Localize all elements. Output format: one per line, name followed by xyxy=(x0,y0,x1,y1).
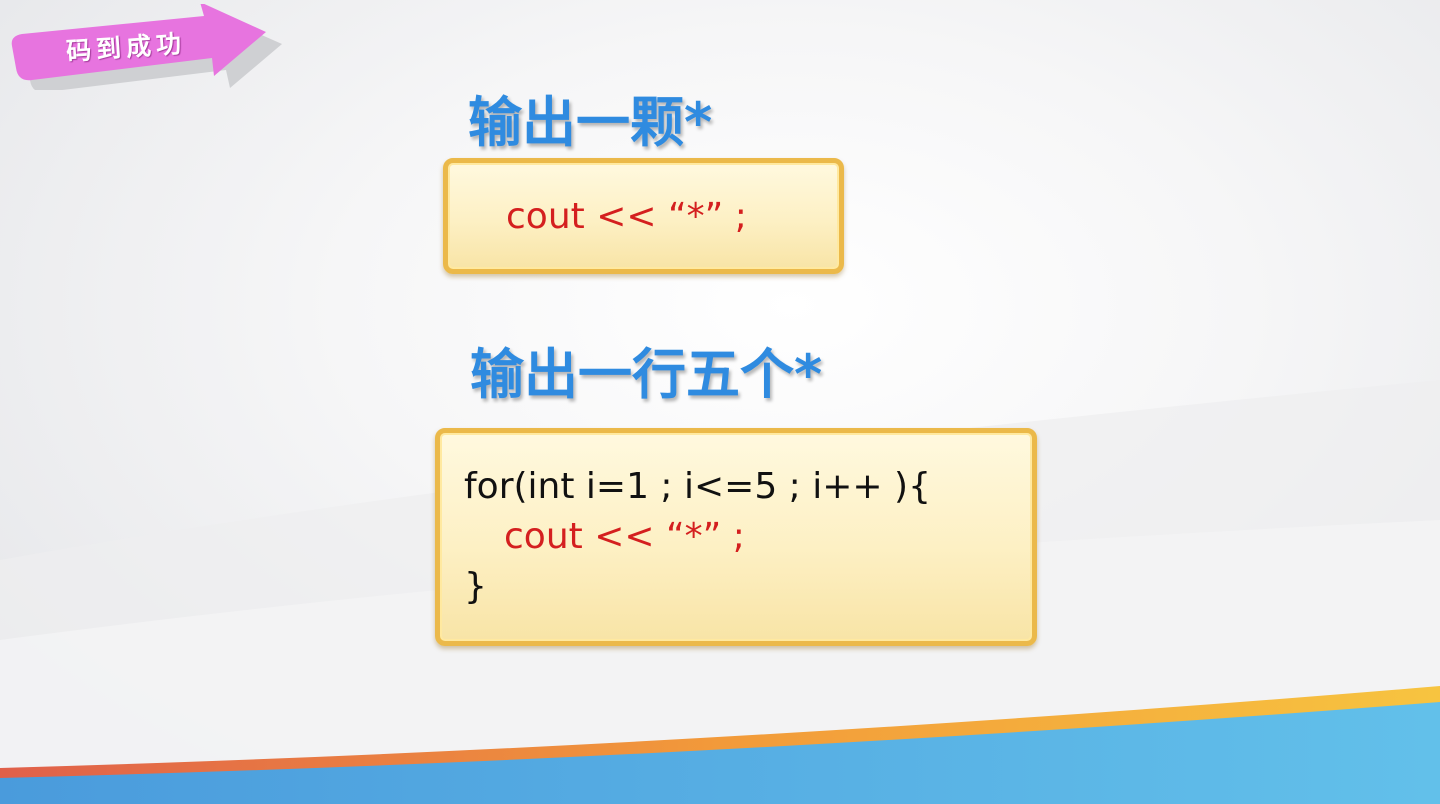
code-line: cout << “*” ; xyxy=(506,196,747,237)
code-box-loop: for(int i=1 ; i<=5 ; i++ ){ cout << “*” … xyxy=(435,428,1037,646)
code-box-single: cout << “*” ; xyxy=(443,158,844,274)
heading-row-of-five: 输出一行五个* xyxy=(470,343,823,406)
code-line: for(int i=1 ; i<=5 ; i++ ){ xyxy=(464,466,931,507)
heading-one-star: 输出一颗* xyxy=(468,91,713,154)
title-badge: 码到成功 xyxy=(8,4,288,90)
code-line: } xyxy=(464,566,487,607)
code-line: cout << “*” ; xyxy=(504,516,745,557)
